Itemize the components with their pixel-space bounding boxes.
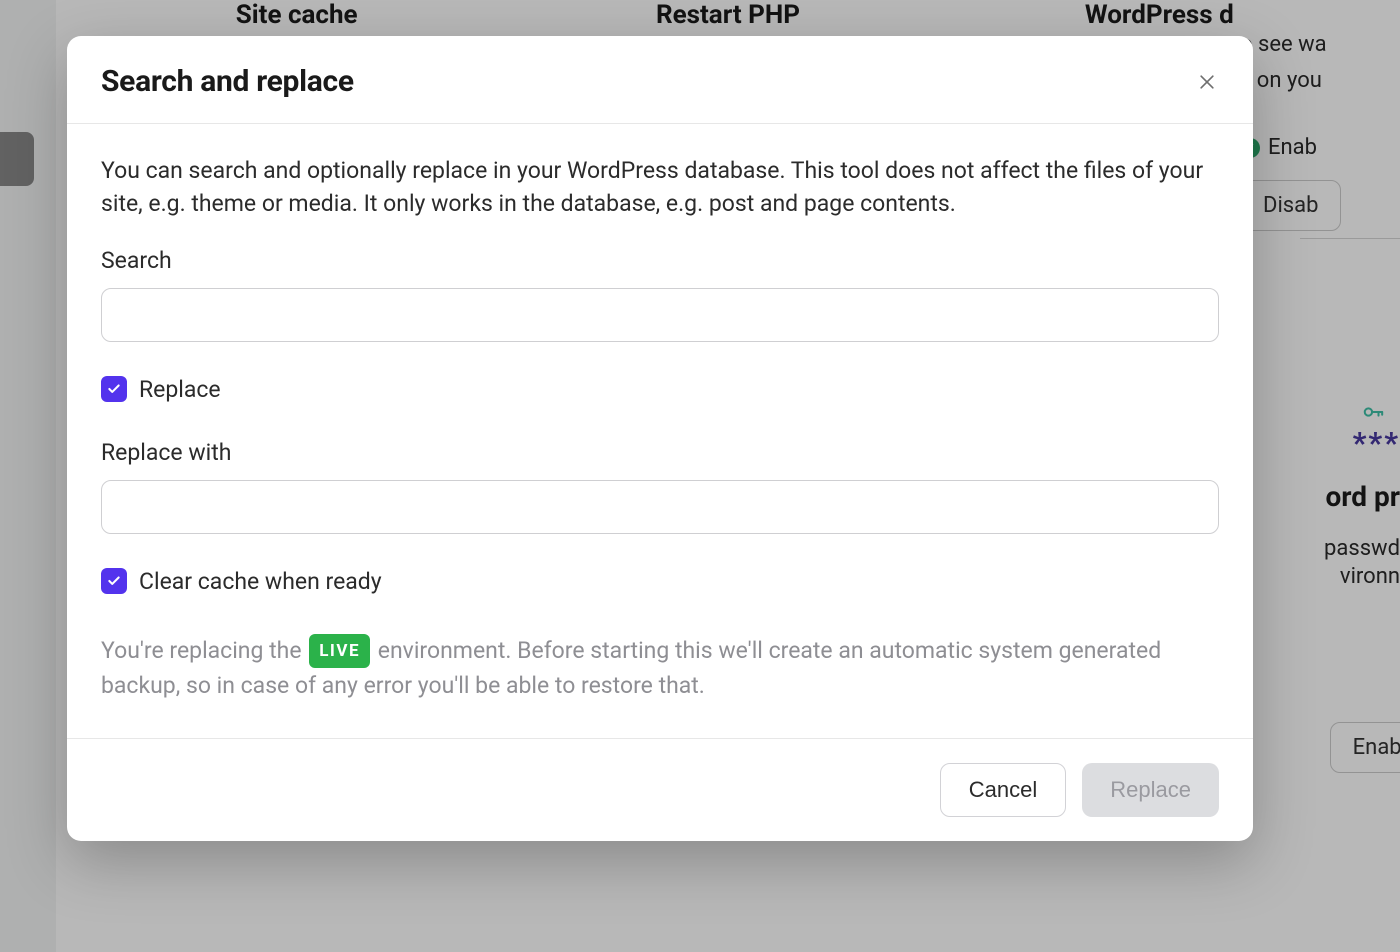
close-icon[interactable] xyxy=(1195,70,1219,94)
environment-notice: You're replacing the LIVE environment. B… xyxy=(101,633,1219,704)
cancel-button[interactable]: Cancel xyxy=(940,763,1066,817)
modal-body: You can search and optionally replace in… xyxy=(67,124,1253,738)
replace-checkbox[interactable] xyxy=(101,376,127,402)
modal-description: You can search and optionally replace in… xyxy=(101,154,1219,221)
replace-button[interactable]: Replace xyxy=(1082,763,1219,817)
modal-header: Search and replace xyxy=(67,36,1253,124)
search-input[interactable] xyxy=(101,288,1219,342)
clear-cache-checkbox[interactable] xyxy=(101,568,127,594)
live-badge: LIVE xyxy=(309,634,370,668)
modal-title: Search and replace xyxy=(101,64,354,99)
modal-footer: Cancel Replace xyxy=(67,738,1253,841)
search-replace-modal: Search and replace You can search and op… xyxy=(67,36,1253,841)
clear-cache-checkbox-label: Clear cache when ready xyxy=(139,568,382,595)
replace-checkbox-label: Replace xyxy=(139,376,221,403)
replace-with-input[interactable] xyxy=(101,480,1219,534)
replace-with-label: Replace with xyxy=(101,439,1219,466)
search-label: Search xyxy=(101,247,1219,274)
notice-prefix: You're replacing the xyxy=(101,637,307,664)
